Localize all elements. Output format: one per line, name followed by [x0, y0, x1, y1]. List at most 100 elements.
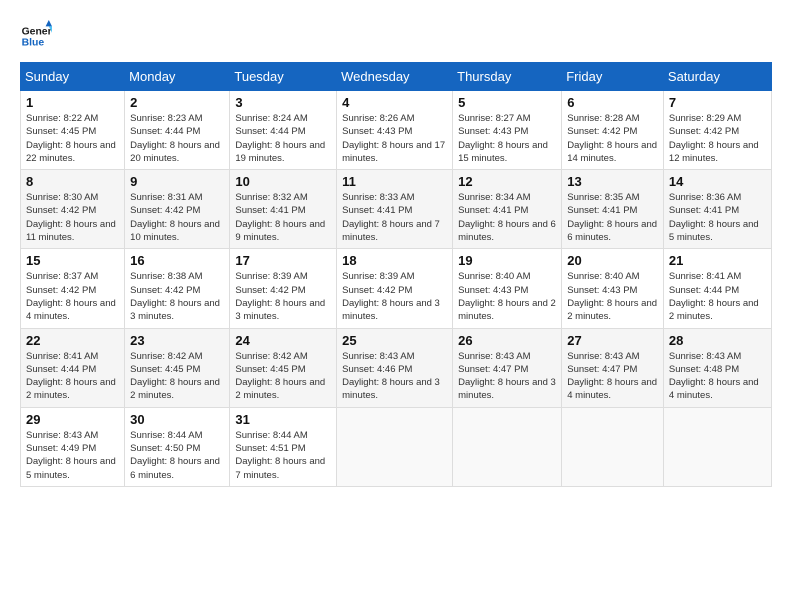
calendar-cell — [562, 407, 664, 486]
calendar-cell: 21Sunrise: 8:41 AMSunset: 4:44 PMDayligh… — [663, 249, 771, 328]
day-info: Sunrise: 8:43 AMSunset: 4:48 PMDaylight:… — [669, 350, 766, 403]
calendar-cell: 17 Sunrise: 8:39 AMSunset: 4:42 PMDayligh… — [230, 249, 337, 328]
day-header-saturday: Saturday — [663, 63, 771, 91]
calendar-cell: 25Sunrise: 8:43 AMSunset: 4:46 PMDayligh… — [337, 328, 453, 407]
calendar-cell: 7 Sunrise: 8:29 AMSunset: 4:42 PMDaylight… — [663, 91, 771, 170]
calendar-cell: 29Sunrise: 8:43 AMSunset: 4:49 PMDayligh… — [21, 407, 125, 486]
day-number: 31 — [235, 412, 331, 427]
calendar-cell: 18 Sunrise: 8:39 AMSunset: 4:42 PMDayligh… — [337, 249, 453, 328]
logo-icon: General Blue — [20, 20, 52, 52]
day-number: 25 — [342, 333, 447, 348]
calendar-week-row: 8 Sunrise: 8:30 AMSunset: 4:42 PMDaylight… — [21, 170, 772, 249]
day-number: 28 — [669, 333, 766, 348]
day-number: 4 — [342, 95, 447, 110]
day-number: 18 — [342, 253, 447, 268]
day-number: 14 — [669, 174, 766, 189]
day-number: 2 — [130, 95, 224, 110]
day-info: Sunrise: 8:38 AMSunset: 4:42 PMDaylight:… — [130, 270, 224, 323]
calendar-cell: 14 Sunrise: 8:36 AMSunset: 4:41 PMDayligh… — [663, 170, 771, 249]
calendar-cell — [453, 407, 562, 486]
day-number: 27 — [567, 333, 658, 348]
day-info: Sunrise: 8:34 AMSunset: 4:41 PMDaylight:… — [458, 191, 556, 244]
day-number: 16 — [130, 253, 224, 268]
calendar-week-row: 15Sunrise: 8:37 AMSunset: 4:42 PMDayligh… — [21, 249, 772, 328]
calendar-cell: 5 Sunrise: 8:27 AMSunset: 4:43 PMDaylight… — [453, 91, 562, 170]
calendar-week-row: 22Sunrise: 8:41 AMSunset: 4:44 PMDayligh… — [21, 328, 772, 407]
calendar-cell: 15Sunrise: 8:37 AMSunset: 4:42 PMDayligh… — [21, 249, 125, 328]
calendar-cell: 20 Sunrise: 8:40 AMSunset: 4:43 PMDayligh… — [562, 249, 664, 328]
svg-text:General: General — [22, 26, 52, 37]
calendar-cell: 27 Sunrise: 8:43 AMSunset: 4:47 PMDayligh… — [562, 328, 664, 407]
day-header-tuesday: Tuesday — [230, 63, 337, 91]
day-number: 24 — [235, 333, 331, 348]
day-number: 10 — [235, 174, 331, 189]
day-number: 6 — [567, 95, 658, 110]
day-info: Sunrise: 8:43 AMSunset: 4:47 PMDaylight:… — [567, 350, 658, 403]
calendar-cell: 26Sunrise: 8:43 AMSunset: 4:47 PMDayligh… — [453, 328, 562, 407]
header-row: SundayMondayTuesdayWednesdayThursdayFrid… — [21, 63, 772, 91]
calendar-cell: 9Sunrise: 8:31 AMSunset: 4:42 PMDaylight… — [125, 170, 230, 249]
calendar-cell — [663, 407, 771, 486]
day-info: Sunrise: 8:42 AMSunset: 4:45 PMDaylight:… — [235, 350, 331, 403]
day-info: Sunrise: 8:44 AMSunset: 4:51 PMDaylight:… — [235, 429, 331, 482]
day-info: Sunrise: 8:23 AMSunset: 4:44 PMDaylight:… — [130, 112, 224, 165]
calendar-cell: 10Sunrise: 8:32 AMSunset: 4:41 PMDayligh… — [230, 170, 337, 249]
calendar-cell — [337, 407, 453, 486]
day-header-monday: Monday — [125, 63, 230, 91]
day-header-friday: Friday — [562, 63, 664, 91]
day-header-thursday: Thursday — [453, 63, 562, 91]
calendar-cell: 16 Sunrise: 8:38 AMSunset: 4:42 PMDayligh… — [125, 249, 230, 328]
day-info: Sunrise: 8:27 AMSunset: 4:43 PMDaylight:… — [458, 112, 556, 165]
calendar-week-row: 29Sunrise: 8:43 AMSunset: 4:49 PMDayligh… — [21, 407, 772, 486]
day-number: 20 — [567, 253, 658, 268]
day-number: 3 — [235, 95, 331, 110]
day-info: Sunrise: 8:42 AMSunset: 4:45 PMDaylight:… — [130, 350, 224, 403]
calendar-cell: 28 Sunrise: 8:43 AMSunset: 4:48 PMDayligh… — [663, 328, 771, 407]
calendar-cell: 3 Sunrise: 8:24 AMSunset: 4:44 PMDaylight… — [230, 91, 337, 170]
day-number: 9 — [130, 174, 224, 189]
svg-text:Blue: Blue — [22, 38, 45, 49]
day-number: 21 — [669, 253, 766, 268]
calendar-cell: 2 Sunrise: 8:23 AMSunset: 4:44 PMDaylight… — [125, 91, 230, 170]
calendar-cell: 24 Sunrise: 8:42 AMSunset: 4:45 PMDayligh… — [230, 328, 337, 407]
day-info: Sunrise: 8:29 AMSunset: 4:42 PMDaylight:… — [669, 112, 766, 165]
day-info: Sunrise: 8:39 AMSunset: 4:42 PMDaylight:… — [235, 270, 331, 323]
day-info: Sunrise: 8:35 AMSunset: 4:41 PMDaylight:… — [567, 191, 658, 244]
day-number: 15 — [26, 253, 119, 268]
day-info: Sunrise: 8:24 AMSunset: 4:44 PMDaylight:… — [235, 112, 331, 165]
day-number: 5 — [458, 95, 556, 110]
day-number: 1 — [26, 95, 119, 110]
day-info: Sunrise: 8:40 AMSunset: 4:43 PMDaylight:… — [567, 270, 658, 323]
calendar-cell: 6 Sunrise: 8:28 AMSunset: 4:42 PMDaylight… — [562, 91, 664, 170]
calendar-cell: 31 Sunrise: 8:44 AMSunset: 4:51 PMDayligh… — [230, 407, 337, 486]
day-info: Sunrise: 8:43 AMSunset: 4:49 PMDaylight:… — [26, 429, 119, 482]
calendar-cell: 23Sunrise: 8:42 AMSunset: 4:45 PMDayligh… — [125, 328, 230, 407]
calendar-cell: 8 Sunrise: 8:30 AMSunset: 4:42 PMDaylight… — [21, 170, 125, 249]
calendar-table: SundayMondayTuesdayWednesdayThursdayFrid… — [20, 62, 772, 487]
day-info: Sunrise: 8:26 AMSunset: 4:43 PMDaylight:… — [342, 112, 447, 165]
calendar-cell: 4 Sunrise: 8:26 AMSunset: 4:43 PMDaylight… — [337, 91, 453, 170]
logo: General Blue — [20, 20, 52, 52]
day-info: Sunrise: 8:33 AMSunset: 4:41 PMDaylight:… — [342, 191, 447, 244]
day-number: 7 — [669, 95, 766, 110]
calendar-cell: 22Sunrise: 8:41 AMSunset: 4:44 PMDayligh… — [21, 328, 125, 407]
day-number: 13 — [567, 174, 658, 189]
day-info: Sunrise: 8:44 AMSunset: 4:50 PMDaylight:… — [130, 429, 224, 482]
day-info: Sunrise: 8:28 AMSunset: 4:42 PMDaylight:… — [567, 112, 658, 165]
day-header-sunday: Sunday — [21, 63, 125, 91]
calendar-cell: 13 Sunrise: 8:35 AMSunset: 4:41 PMDayligh… — [562, 170, 664, 249]
calendar-cell: 11 Sunrise: 8:33 AMSunset: 4:41 PMDayligh… — [337, 170, 453, 249]
day-number: 17 — [235, 253, 331, 268]
day-info: Sunrise: 8:40 AMSunset: 4:43 PMDaylight:… — [458, 270, 556, 323]
calendar-cell: 19Sunrise: 8:40 AMSunset: 4:43 PMDayligh… — [453, 249, 562, 328]
day-info: Sunrise: 8:39 AMSunset: 4:42 PMDaylight:… — [342, 270, 447, 323]
calendar-cell: 30Sunrise: 8:44 AMSunset: 4:50 PMDayligh… — [125, 407, 230, 486]
day-number: 26 — [458, 333, 556, 348]
day-info: Sunrise: 8:30 AMSunset: 4:42 PMDaylight:… — [26, 191, 119, 244]
day-header-wednesday: Wednesday — [337, 63, 453, 91]
day-info: Sunrise: 8:22 AMSunset: 4:45 PMDaylight:… — [26, 112, 119, 165]
calendar-cell: 1 Sunrise: 8:22 AMSunset: 4:45 PMDaylight… — [21, 91, 125, 170]
day-info: Sunrise: 8:36 AMSunset: 4:41 PMDaylight:… — [669, 191, 766, 244]
day-number: 8 — [26, 174, 119, 189]
day-number: 11 — [342, 174, 447, 189]
